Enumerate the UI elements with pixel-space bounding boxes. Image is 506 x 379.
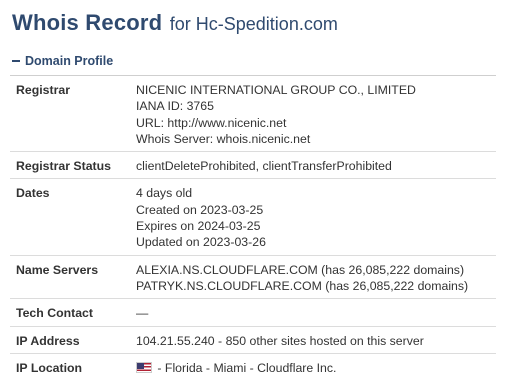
row-label: Registrar [10, 74, 131, 152]
ip-location-text: - Florida - Miami - Cloudflare Inc. [154, 360, 337, 375]
row-label: Tech Contact [10, 298, 131, 327]
row-label: Dates [10, 178, 131, 256]
table-row-registrar: Registrar NICENIC INTERNATIONAL GROUP CO… [10, 74, 496, 152]
ip-address-value: 104.21.55.240 - 850 other sites hosted o… [131, 325, 496, 354]
table-row-nameservers: Name Servers ALEXIA.NS.CLOUDFLARE.COM (h… [10, 254, 496, 299]
table-row-ip-address: IP Address 104.21.55.240 - 850 other sit… [10, 325, 496, 354]
page-title: Whois Record for Hc-Spedition.com [12, 10, 338, 36]
registrar-url: URL: http://www.nicenic.net [136, 115, 287, 130]
table-row-status: Registrar Status clientDeleteProhibited,… [10, 151, 496, 179]
domain-profile-toggle[interactable]: Domain Profile [12, 54, 113, 68]
table-row-tech-contact: Tech Contact — [10, 298, 496, 327]
whois-server: Whois Server: whois.nicenic.net [136, 131, 311, 146]
row-label: IP Address [10, 325, 131, 354]
us-flag-icon [136, 361, 152, 373]
row-label: Registrar Status [10, 151, 131, 179]
expires-date: Expires on 2024-03-25 [136, 219, 261, 234]
updated-date: Updated on 2023-03-26 [136, 235, 266, 250]
domain-age: 4 days old [136, 186, 193, 201]
tech-contact-text: — [136, 306, 149, 321]
status-value: clientDeleteProhibited, clientTransferPr… [131, 151, 496, 179]
table-row-ip-location: IP Location - Florida - Miami - Cloudfla… [10, 352, 496, 379]
iana-id: IANA ID: 3765 [136, 99, 214, 114]
created-date: Created on 2023-03-25 [136, 202, 264, 217]
ip-location-value: - Florida - Miami - Cloudflare Inc. [131, 352, 496, 379]
domain-profile-label: Domain Profile [25, 54, 114, 68]
nameservers-value: ALEXIA.NS.CLOUDFLARE.COM (has 26,085,222… [131, 254, 496, 299]
domain-profile-table: Registrar NICENIC INTERNATIONAL GROUP CO… [10, 74, 496, 379]
dates-value: 4 days old Created on 2023-03-25 Expires… [131, 178, 496, 256]
registrar-name: NICENIC INTERNATIONAL GROUP CO., LIMITED [136, 83, 416, 97]
page-title-domain: for Hc-Spedition.com [169, 14, 338, 34]
ip-address-text: 104.21.55.240 - 850 other sites hosted o… [136, 333, 424, 348]
nameserver-2: PATRYK.NS.CLOUDFLARE.COM (has 26,085,222… [136, 278, 469, 293]
status-text: clientDeleteProhibited, clientTransferPr… [136, 159, 392, 174]
tech-contact-value: — [131, 298, 496, 327]
minus-icon [12, 60, 20, 62]
row-label: Name Servers [10, 254, 131, 299]
row-label: IP Location [10, 352, 131, 379]
table-row-dates: Dates 4 days old Created on 2023-03-25 E… [10, 178, 496, 256]
page-title-main: Whois Record [12, 10, 163, 35]
registrar-value: NICENIC INTERNATIONAL GROUP CO., LIMITED… [131, 74, 496, 152]
nameserver-1: ALEXIA.NS.CLOUDFLARE.COM (has 26,085,222… [136, 262, 465, 277]
